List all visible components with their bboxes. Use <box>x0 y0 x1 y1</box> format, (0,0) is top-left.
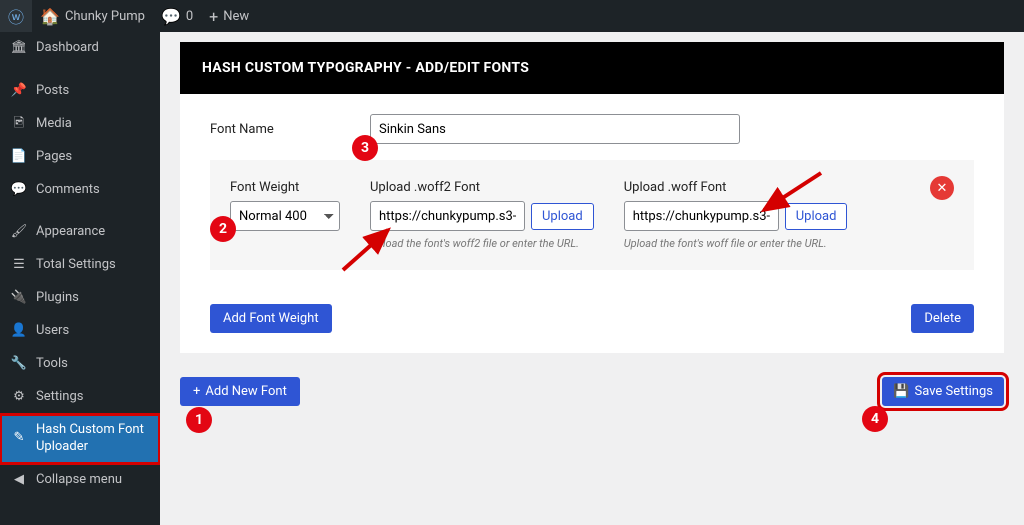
pencil-icon: ✎ <box>10 430 28 447</box>
page-title: HASH CUSTOM TYPOGRAPHY - ADD/EDIT FONTS <box>180 42 1004 94</box>
dashboard-icon: 🏛 <box>10 40 28 57</box>
add-font-weight-button[interactable]: Add Font Weight <box>210 304 332 333</box>
sidebar-item-users[interactable]: 👤Users <box>0 315 160 348</box>
plus-icon: + <box>193 384 200 399</box>
annotation-arrow <box>338 225 398 275</box>
wp-logo[interactable]: ⓦ <box>0 0 32 32</box>
sidebar-item-plugins[interactable]: 🔌Plugins <box>0 282 160 315</box>
save-icon: 💾 <box>893 384 909 399</box>
font-weight-block: Font Weight Normal 400 Upload .woff2 Fon… <box>210 160 974 270</box>
sidebar-item-hash-font-uploader[interactable]: ✎Hash Custom Font Uploader <box>0 414 160 464</box>
site-link[interactable]: 🏠 Chunky Pump <box>32 0 153 32</box>
comment-icon: 💬 <box>10 182 28 199</box>
annotation-2: 2 <box>210 216 236 242</box>
comments-link[interactable]: 💬0 <box>153 0 201 32</box>
brush-icon: 🖌 <box>10 224 28 241</box>
wrench-icon: 🔧 <box>10 356 28 373</box>
font-name-label: Font Name <box>210 122 370 137</box>
wordpress-icon: ⓦ <box>8 4 24 28</box>
annotation-3: 3 <box>352 135 378 161</box>
close-icon: ✕ <box>937 181 948 196</box>
gear-icon: ⚙ <box>10 389 28 406</box>
font-name-row: Font Name <box>210 114 974 144</box>
sidebar-item-dashboard[interactable]: 🏛Dashboard <box>0 32 160 65</box>
font-weight-select[interactable]: Normal 400 <box>230 201 340 231</box>
collapse-icon: ◀ <box>10 472 28 489</box>
pages-icon: 📄 <box>10 149 28 166</box>
pin-icon: 📌 <box>10 83 28 100</box>
new-label: New <box>223 9 249 24</box>
font-name-input[interactable] <box>370 114 740 144</box>
media-icon: 🖻 <box>10 116 28 133</box>
sidebar-item-pages[interactable]: 📄Pages <box>0 141 160 174</box>
home-icon: 🏠 <box>40 7 60 26</box>
plugin-icon: 🔌 <box>10 290 28 307</box>
site-name: Chunky Pump <box>65 9 145 24</box>
sidebar-item-media[interactable]: 🖻Media <box>0 108 160 141</box>
comment-icon: 💬 <box>161 7 181 26</box>
users-icon: 👤 <box>10 323 28 340</box>
admin-toolbar: ⓦ 🏠Chunky Pump 💬0 +New <box>0 0 1024 32</box>
sidebar-item-comments[interactable]: 💬Comments <box>0 174 160 207</box>
sidebar-item-appearance[interactable]: 🖌Appearance <box>0 216 160 249</box>
delete-font-button[interactable]: Delete <box>911 304 974 333</box>
annotation-arrow <box>756 168 826 218</box>
font-weight-label: Font Weight <box>230 180 340 195</box>
remove-weight-button[interactable]: ✕ <box>930 176 954 200</box>
collapse-menu[interactable]: ◀Collapse menu <box>0 464 160 497</box>
sidebar-item-total-settings[interactable]: ☰Total Settings <box>0 249 160 282</box>
annotation-4: 4 <box>862 406 888 432</box>
plus-icon: + <box>209 7 218 26</box>
woff-hint: Upload the font's woff file or enter the… <box>624 237 848 250</box>
main-content: HASH CUSTOM TYPOGRAPHY - ADD/EDIT FONTS … <box>160 32 1024 525</box>
admin-sidebar: 🏛Dashboard 📌Posts 🖻Media 📄Pages 💬Comment… <box>0 32 160 525</box>
new-link[interactable]: + New <box>201 0 257 32</box>
woff2-label: Upload .woff2 Font <box>370 180 594 195</box>
woff2-hint: Upload the font's woff2 file or enter th… <box>370 237 594 250</box>
add-new-font-button[interactable]: +Add New Font <box>180 377 300 406</box>
comments-count: 0 <box>186 9 193 24</box>
sidebar-item-settings[interactable]: ⚙Settings <box>0 381 160 414</box>
sidebar-item-posts[interactable]: 📌Posts <box>0 75 160 108</box>
save-settings-button[interactable]: 💾Save Settings <box>882 377 1004 406</box>
annotation-1: 1 <box>186 407 212 433</box>
woff2-upload-button[interactable]: Upload <box>531 203 594 230</box>
settings-icon: ☰ <box>10 257 28 274</box>
sidebar-item-tools[interactable]: 🔧Tools <box>0 348 160 381</box>
